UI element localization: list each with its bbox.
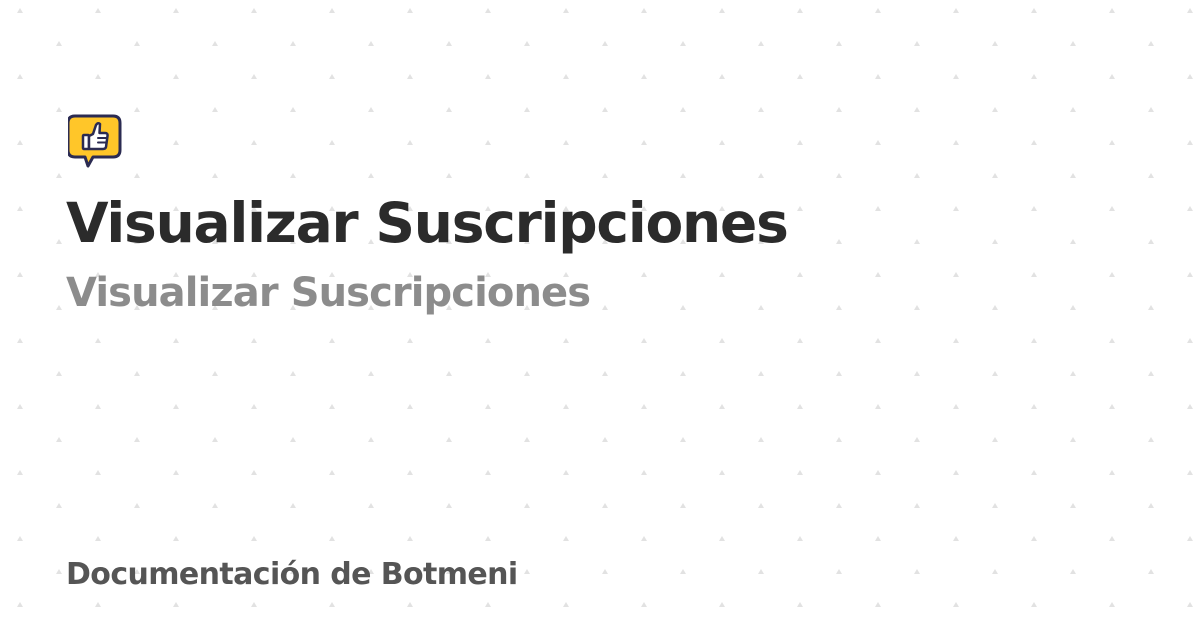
site-name: Documentación de Botmeni [66, 557, 518, 592]
logo [66, 114, 122, 170]
page-subtitle: Visualizar Suscripciones [66, 270, 591, 316]
page-title: Visualizar Suscripciones [66, 191, 789, 255]
social-card: Visualizar Suscripciones Visualizar Susc… [0, 0, 1200, 630]
thumbs-up-speech-bubble-icon [66, 114, 122, 168]
